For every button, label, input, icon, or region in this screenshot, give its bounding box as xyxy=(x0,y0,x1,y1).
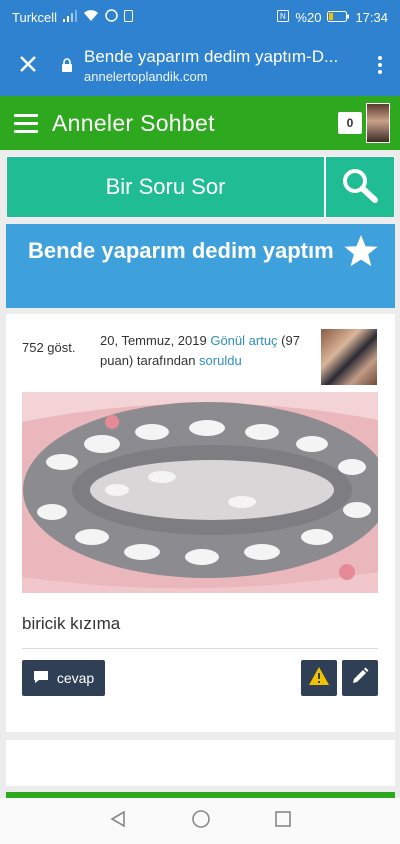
comment-icon xyxy=(33,670,49,687)
clock: 17:34 xyxy=(355,9,388,25)
question-meta: 20, Temmuz, 2019 Gönül artuç (97 puan) t… xyxy=(100,331,310,371)
user-photo[interactable] xyxy=(321,329,377,385)
battery-percent: %20 xyxy=(295,9,322,25)
answer-area xyxy=(6,740,395,786)
search-icon xyxy=(341,167,379,208)
battery-icon xyxy=(327,10,350,25)
question-image xyxy=(22,392,378,593)
browser-domain: annelertoplandik.com xyxy=(84,68,208,84)
question-title: Bende yaparım dedim yaptım xyxy=(28,238,334,263)
sim-icon xyxy=(124,9,134,25)
answer-button-label: cevap xyxy=(56,670,95,686)
svg-text:N: N xyxy=(280,12,286,21)
search-row: Bir Soru Sor xyxy=(6,156,395,218)
pencil-icon xyxy=(351,667,369,690)
flag-button[interactable] xyxy=(301,660,337,696)
search-button[interactable] xyxy=(325,156,395,218)
lock-icon xyxy=(56,57,78,73)
recents-icon[interactable] xyxy=(275,810,291,832)
address-bar[interactable]: Bende yaparım dedim yaptım-D... annelert… xyxy=(78,47,360,84)
home-icon[interactable] xyxy=(191,809,211,834)
question-body: biricik kızıma xyxy=(22,614,121,633)
system-nav-bar xyxy=(0,798,400,844)
question-card: 752 göst. 20, Temmuz, 2019 Gönül artuç (… xyxy=(6,314,395,732)
browser-toolbar: Bende yaparım dedim yaptım-D... annelert… xyxy=(0,34,400,96)
view-count: 752 göst. xyxy=(22,340,76,355)
status-bar: Turkcell N %20 17:34 xyxy=(0,0,400,34)
whatsapp-icon xyxy=(105,9,118,25)
author-link[interactable]: Gönül artuç xyxy=(210,333,277,348)
carrier-label: Turkcell xyxy=(12,9,58,25)
ask-question-button[interactable]: Bir Soru Sor xyxy=(6,156,325,218)
asked-link[interactable]: soruldu xyxy=(199,353,242,368)
nfc-icon: N xyxy=(277,9,290,25)
wifi-icon xyxy=(83,9,99,25)
site-header: Anneler Sohbet 0 xyxy=(0,96,400,150)
question-date: 20, Temmuz, 2019 xyxy=(100,333,207,348)
by-text: tarafından xyxy=(136,353,196,368)
signal-icon xyxy=(63,9,78,25)
more-vert-icon[interactable] xyxy=(360,56,400,74)
browser-page-title: Bende yaparım dedim yaptım-D... xyxy=(84,46,339,66)
avatar[interactable] xyxy=(366,103,390,143)
close-icon[interactable] xyxy=(0,51,56,79)
divider xyxy=(22,648,378,649)
answer-button[interactable]: cevap xyxy=(22,660,105,696)
star-icon[interactable] xyxy=(343,234,379,273)
site-name[interactable]: Anneler Sohbet xyxy=(52,110,215,137)
question-title-box: Bende yaparım dedim yaptım xyxy=(6,224,395,308)
notification-count[interactable]: 0 xyxy=(338,112,362,134)
edit-button[interactable] xyxy=(342,660,378,696)
back-icon[interactable] xyxy=(109,810,127,833)
hamburger-icon[interactable] xyxy=(0,113,52,133)
warning-icon xyxy=(308,666,330,691)
